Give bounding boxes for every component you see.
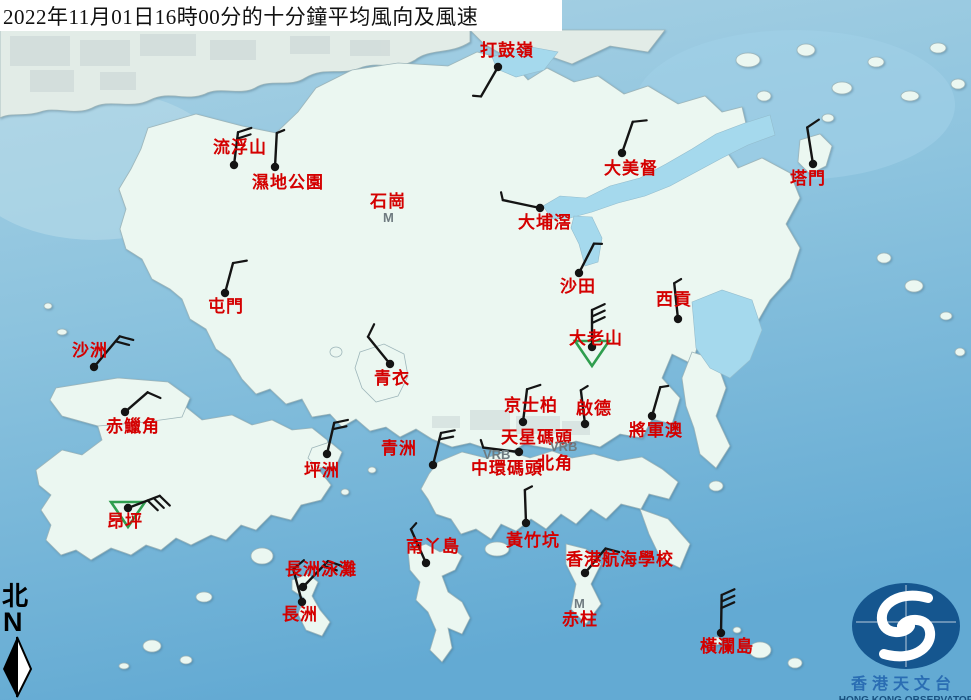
north-arrow: 北 N xyxy=(2,584,36,700)
hko-logo-zh-label: 香港天文台 xyxy=(836,675,971,694)
windbarb-kings-park xyxy=(519,385,541,426)
windbarb-sha-tin xyxy=(575,244,602,278)
hko-logo: 香港天文台 HONG KONG OBSERVATORY xyxy=(836,582,971,700)
windbarb-sha-chau xyxy=(90,336,133,371)
windbarb-star-ferry xyxy=(481,440,523,456)
windbarb-wetland-park xyxy=(271,130,284,171)
windbarb-lamma-island xyxy=(411,523,430,567)
windbarb-ngong-ping xyxy=(111,496,170,527)
windbarb-peng-chau xyxy=(323,420,348,458)
hko-logo-icon xyxy=(836,582,971,670)
windbarb-tseung-kwan-o xyxy=(648,386,668,420)
hko-logo-en-label: HONG KONG OBSERVATORY xyxy=(839,694,969,700)
windbarb-tuen-mun xyxy=(221,261,247,298)
title-bar: 2022年11月01日16時00分的十分鐘平均風向及風速 xyxy=(0,0,562,31)
windbarb-ta-kwu-ling xyxy=(473,63,502,97)
wind-barb-layer xyxy=(0,0,971,700)
windbarb-tai-mei-tuk xyxy=(618,120,647,157)
windbarb-wong-chuk-hang xyxy=(522,486,532,527)
windbarb-lau-fau-shan xyxy=(230,128,252,169)
windbarb-tai-po-kau xyxy=(501,192,544,212)
map-title: 2022年11月01日16時00分的十分鐘平均風向及風速 xyxy=(0,1,478,31)
windbarb-chek-lap-kok xyxy=(121,392,161,416)
windbarb-hk-sea-school xyxy=(581,548,619,577)
windbarb-waglan-island xyxy=(717,589,735,637)
windbarb-kai-tak xyxy=(581,386,589,428)
wind-map: 打鼓嶺流浮山濕地公園石崗M大美督塔門大埔滘沙田屯門西貢沙洲大老山青衣赤鱲角京士柏… xyxy=(0,0,971,700)
north-arrow-icon xyxy=(2,636,36,698)
windbarb-green-island xyxy=(429,430,455,469)
windbarb-tap-mun xyxy=(807,120,819,169)
north-letter-label: N xyxy=(3,610,36,636)
windbarb-tates-cairn xyxy=(575,304,609,366)
windbarb-sai-kung xyxy=(674,279,682,323)
windbarb-cheung-chau-beach xyxy=(299,561,341,591)
windbarb-tsing-yi xyxy=(368,324,394,368)
